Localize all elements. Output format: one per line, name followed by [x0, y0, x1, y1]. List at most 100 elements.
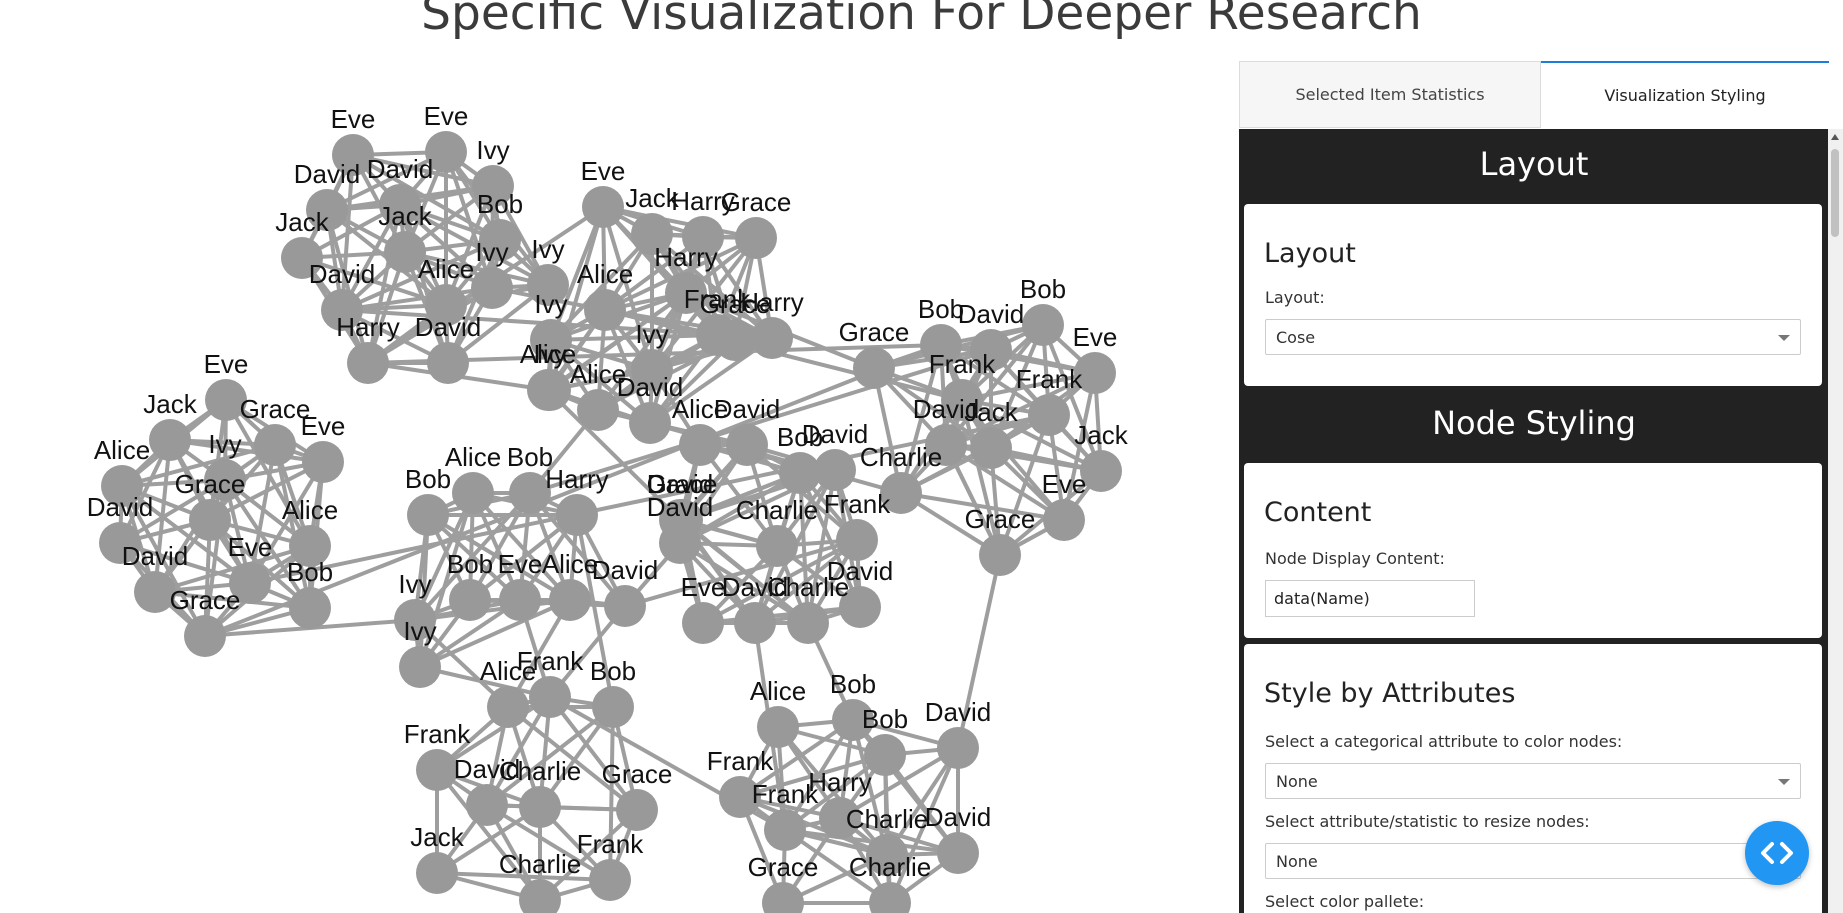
layout-select[interactable]: Cose: [1265, 319, 1801, 355]
graph-node[interactable]: [519, 786, 561, 828]
graph-node-label: Bob: [447, 549, 493, 579]
graph-node[interactable]: [582, 186, 624, 228]
graph-node[interactable]: [814, 449, 856, 491]
color-attribute-select[interactable]: None: [1265, 763, 1801, 799]
graph-node-label: David: [925, 802, 991, 832]
graph-node-label: Bob: [830, 669, 876, 699]
graph-node-label: Grace: [175, 469, 246, 499]
graph-node[interactable]: [577, 389, 619, 431]
graph-node-label: Frank: [517, 646, 584, 676]
graph-node[interactable]: [869, 882, 911, 913]
graph-node-label: Ivy: [208, 429, 241, 459]
graph-node-label: Harry: [336, 312, 400, 342]
graph-node[interactable]: [584, 289, 626, 331]
graph-node[interactable]: [556, 494, 598, 536]
network-graph[interactable]: Eve Eve Ivy David David Bob Jack Jack Ivy Ivy Davi…: [0, 0, 1230, 913]
styling-scroll-area[interactable]: Layout Layout Layout: Cose Node Styling …: [1239, 129, 1829, 913]
graph-node[interactable]: [427, 342, 469, 384]
graph-node[interactable]: [452, 472, 494, 514]
graph-node[interactable]: [756, 525, 798, 567]
graph-node-label: Charlie: [736, 495, 818, 525]
graph-node[interactable]: [184, 615, 226, 657]
graph-node[interactable]: [853, 347, 895, 389]
graph-node[interactable]: [471, 267, 513, 309]
graph-node-label: Eve: [228, 532, 273, 562]
graph-node-label: Frank: [929, 349, 996, 379]
graph-node-label: Jack: [143, 389, 197, 419]
graph-node[interactable]: [979, 534, 1021, 576]
tab-visualization-styling[interactable]: Visualization Styling: [1541, 61, 1829, 128]
chevron-down-icon: [1778, 779, 1790, 785]
scrollbar-thumb[interactable]: [1831, 149, 1839, 237]
graph-node[interactable]: [499, 579, 541, 621]
layout-section-header: Layout: [1479, 145, 1589, 183]
graph-node[interactable]: [762, 882, 804, 913]
layout-select-value: Cose: [1276, 328, 1316, 347]
graph-node-label: David: [367, 154, 433, 184]
graph-node[interactable]: [466, 784, 508, 826]
graph-node-label: David: [958, 299, 1024, 329]
graph-node[interactable]: [347, 342, 389, 384]
display-content-label: Node Display Content:: [1265, 549, 1445, 568]
graph-node[interactable]: [149, 419, 191, 461]
resize-attribute-label: Select attribute/statistic to resize nod…: [1265, 812, 1590, 831]
graph-node[interactable]: [549, 579, 591, 621]
graph-node[interactable]: [970, 427, 1012, 469]
graph-node[interactable]: [1043, 499, 1085, 541]
graph-node-label: Ivy: [476, 135, 509, 165]
graph-node[interactable]: [254, 424, 296, 466]
graph-node-label: Jack: [1074, 420, 1128, 450]
tab-selected-item-statistics[interactable]: Selected Item Statistics: [1239, 61, 1541, 128]
graph-node[interactable]: [416, 852, 458, 894]
graph-node[interactable]: [1028, 394, 1070, 436]
graph-node[interactable]: [757, 706, 799, 748]
graph-node-label: Eve: [1042, 469, 1087, 499]
graph-node-label: Frank: [824, 489, 891, 519]
graph-node[interactable]: [735, 217, 777, 259]
graph-node-label: Bob: [590, 656, 636, 686]
graph-node-label: Eve: [1073, 322, 1118, 352]
graph-node-label: Alice: [750, 676, 806, 706]
graph-node[interactable]: [937, 832, 979, 874]
graph-node[interactable]: [416, 749, 458, 791]
graph-node[interactable]: [449, 579, 491, 621]
graph-node[interactable]: [751, 317, 793, 359]
graph-node[interactable]: [734, 602, 776, 644]
content-card-title: Content: [1264, 497, 1372, 528]
graph-node[interactable]: [764, 809, 806, 851]
graph-node[interactable]: [616, 789, 658, 831]
graph-node-label: Eve: [301, 411, 346, 441]
graph-node[interactable]: [407, 494, 449, 536]
graph-node[interactable]: [189, 499, 231, 541]
graph-node-label: Bob: [862, 704, 908, 734]
graph-node-label: Ivy: [635, 319, 668, 349]
graph-node-label: Alice: [282, 495, 338, 525]
graph-node[interactable]: [589, 859, 631, 901]
graph-node[interactable]: [527, 369, 569, 411]
code-toggle-button[interactable]: [1745, 821, 1809, 885]
display-content-input[interactable]: [1265, 580, 1475, 617]
graph-node[interactable]: [487, 686, 529, 728]
graph-node[interactable]: [399, 646, 441, 688]
graph-node[interactable]: [937, 727, 979, 769]
graph-node[interactable]: [836, 519, 878, 561]
graph-node[interactable]: [787, 602, 829, 644]
graph-node[interactable]: [726, 424, 768, 466]
resize-attribute-select[interactable]: None: [1265, 843, 1801, 879]
code-icon: [1761, 842, 1793, 864]
graph-node[interactable]: [714, 319, 756, 361]
panel-scrollbar[interactable]: [1828, 129, 1843, 913]
graph-node[interactable]: [629, 402, 671, 444]
graph-node-label: David: [415, 312, 481, 342]
graph-node[interactable]: [289, 587, 331, 629]
scroll-up-arrow-icon[interactable]: [1831, 134, 1839, 140]
graph-node[interactable]: [604, 585, 646, 627]
graph-node[interactable]: [1022, 304, 1064, 346]
graph-node[interactable]: [679, 424, 721, 466]
panel-tabs: Selected Item Statistics Visualization S…: [1239, 61, 1829, 128]
graph-node-label: Grace: [602, 759, 673, 789]
graph-node[interactable]: [592, 686, 634, 728]
graph-node[interactable]: [682, 602, 724, 644]
graph-node[interactable]: [302, 441, 344, 483]
graph-node-label: Alice: [445, 442, 501, 472]
